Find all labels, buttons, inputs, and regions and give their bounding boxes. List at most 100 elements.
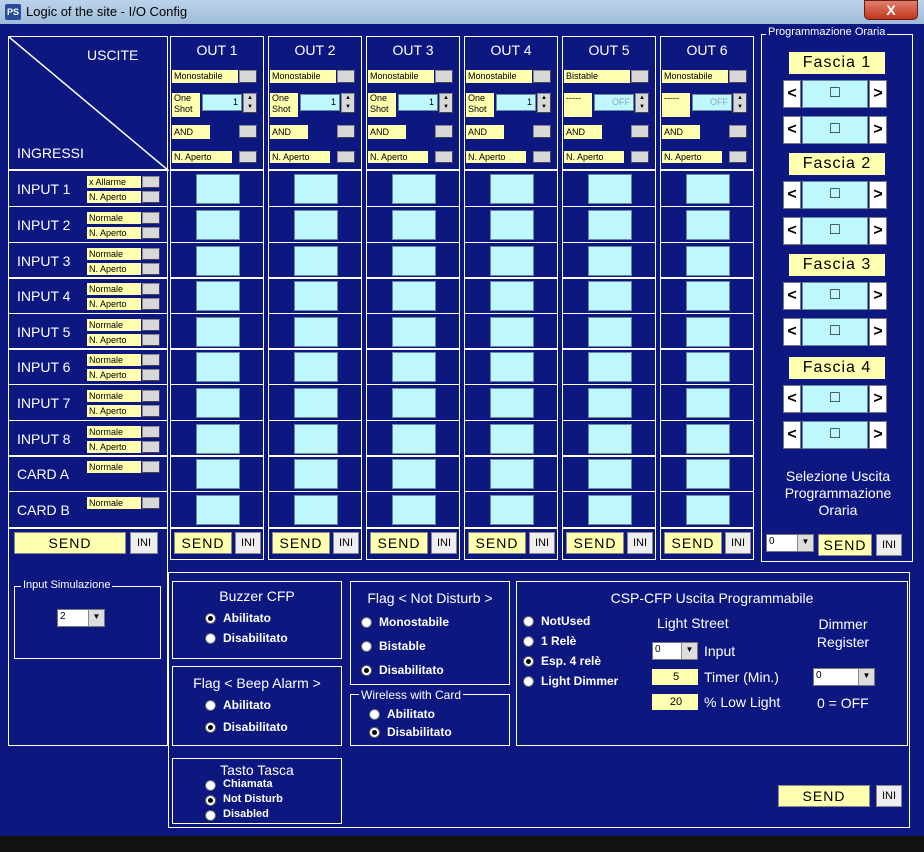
radio-option-2[interactable] [205,795,216,806]
time-slot-field[interactable]: □ [802,217,868,245]
input-type-button[interactable] [142,319,160,331]
chevron-left-icon[interactable]: < [783,80,801,108]
time-slot-field[interactable]: □ [802,318,868,346]
output-logic-button[interactable] [631,125,649,138]
radio-option-2[interactable] [369,727,380,738]
chevron-right-icon[interactable]: > [869,421,887,449]
matrix-cell-toggle[interactable] [686,210,730,240]
radio-option-1[interactable] [361,617,372,628]
output-mode-field[interactable]: Bistable [564,70,630,83]
matrix-cell-toggle[interactable] [196,281,240,311]
output-contact-field[interactable]: N. Aperto [368,151,428,163]
output-contact-button[interactable] [435,151,453,163]
input-type-field[interactable]: Normale [87,283,141,295]
inputs-send-button[interactable]: SEND [14,532,126,554]
matrix-cell-toggle[interactable] [588,459,632,489]
matrix-cell-toggle[interactable] [686,459,730,489]
chevron-right-icon[interactable]: > [869,181,887,209]
output-logic-field[interactable]: AND [564,125,602,139]
matrix-cell-toggle[interactable] [294,210,338,240]
chevron-right-icon[interactable]: > [869,80,887,108]
output-logic-button[interactable] [435,125,453,138]
simulation-select[interactable]: 2 ▼ [57,609,105,627]
radio-option-1[interactable] [205,700,216,711]
matrix-cell-toggle[interactable] [490,210,534,240]
time-slot-field[interactable]: □ [802,421,868,449]
output-logic-button[interactable] [239,125,257,138]
input-type-button[interactable] [142,390,160,402]
matrix-cell-toggle[interactable] [294,174,338,204]
output-value-spinner[interactable]: OFF [692,94,732,111]
matrix-cell-toggle[interactable] [392,210,436,240]
chevron-left-icon[interactable]: < [783,421,801,449]
matrix-cell-toggle[interactable] [490,281,534,311]
input-contact-field[interactable]: N. Aperto [87,405,141,417]
input-contact-field[interactable]: N. Aperto [87,441,141,453]
output-contact-field[interactable]: N. Aperto [564,151,624,163]
output-mode-button[interactable] [631,70,649,83]
spin-arrows-icon[interactable]: ▲ ▼ [341,93,355,113]
input-type-field[interactable]: Normale [87,212,141,224]
output-mode-button[interactable] [435,70,453,83]
matrix-cell-toggle[interactable] [392,424,436,454]
matrix-cell-toggle[interactable] [392,459,436,489]
output-mode-field[interactable]: Monostabile [172,70,238,83]
timer-field[interactable]: 5 [652,669,698,685]
matrix-cell-toggle[interactable] [588,424,632,454]
chevron-right-icon[interactable]: > [869,217,887,245]
schedule-send-button[interactable]: SEND [818,534,872,556]
matrix-cell-toggle[interactable] [392,317,436,347]
time-slot-field[interactable]: □ [802,116,868,144]
input-contact-button[interactable] [142,263,160,275]
matrix-cell-toggle[interactable] [196,424,240,454]
input-contact-button[interactable] [142,405,160,417]
input-type-field[interactable]: Normale [87,319,141,331]
input-type-field[interactable]: Normale [87,248,141,260]
chevron-right-icon[interactable]: > [869,282,887,310]
input-contact-field[interactable]: N. Aperto [87,334,141,346]
spin-arrows-icon[interactable]: ▲ ▼ [733,93,747,113]
matrix-cell-toggle[interactable] [294,495,338,525]
matrix-cell-toggle[interactable] [196,174,240,204]
input-type-button[interactable] [142,497,160,509]
input-type-button[interactable] [142,248,160,260]
matrix-cell-toggle[interactable] [686,495,730,525]
input-contact-button[interactable] [142,334,160,346]
matrix-cell-toggle[interactable] [294,246,338,276]
input-contact-button[interactable] [142,191,160,203]
matrix-cell-toggle[interactable] [392,352,436,382]
output-contact-button[interactable] [631,151,649,163]
radio-option-2[interactable] [205,722,216,733]
output-logic-field[interactable]: AND [172,125,210,139]
matrix-cell-toggle[interactable] [294,424,338,454]
footer-send-button[interactable]: SEND [778,785,870,807]
matrix-cell-toggle[interactable] [686,388,730,418]
chevron-left-icon[interactable]: < [783,116,801,144]
schedule-ini-button[interactable]: INI [876,534,902,556]
chevron-right-icon[interactable]: > [869,116,887,144]
radio-option-1[interactable] [205,780,216,791]
input-contact-field[interactable]: N. Aperto [87,191,141,203]
matrix-cell-toggle[interactable] [490,424,534,454]
output-contact-field[interactable]: N. Aperto [270,151,330,163]
chevron-left-icon[interactable]: < [783,318,801,346]
low-light-field[interactable]: 20 [652,694,698,710]
radio-option-3[interactable] [523,656,534,667]
output-contact-button[interactable] [239,151,257,163]
output-mode-button[interactable] [533,70,551,83]
selection-select[interactable]: 0 ▼ [766,534,814,552]
input-contact-button[interactable] [142,227,160,239]
output-contact-field[interactable]: N. Aperto [662,151,722,163]
chevron-left-icon[interactable]: < [783,385,801,413]
matrix-cell-toggle[interactable] [196,388,240,418]
spin-arrows-icon[interactable]: ▲ ▼ [243,93,257,113]
light-input-select[interactable]: 0 ▼ [652,642,698,660]
radio-option-2[interactable] [523,636,534,647]
matrix-cell-toggle[interactable] [196,246,240,276]
matrix-cell-toggle[interactable] [294,281,338,311]
matrix-cell-toggle[interactable] [588,388,632,418]
output-logic-field[interactable]: AND [466,125,504,139]
matrix-cell-toggle[interactable] [392,246,436,276]
chevron-left-icon[interactable]: < [783,282,801,310]
matrix-cell-toggle[interactable] [686,174,730,204]
